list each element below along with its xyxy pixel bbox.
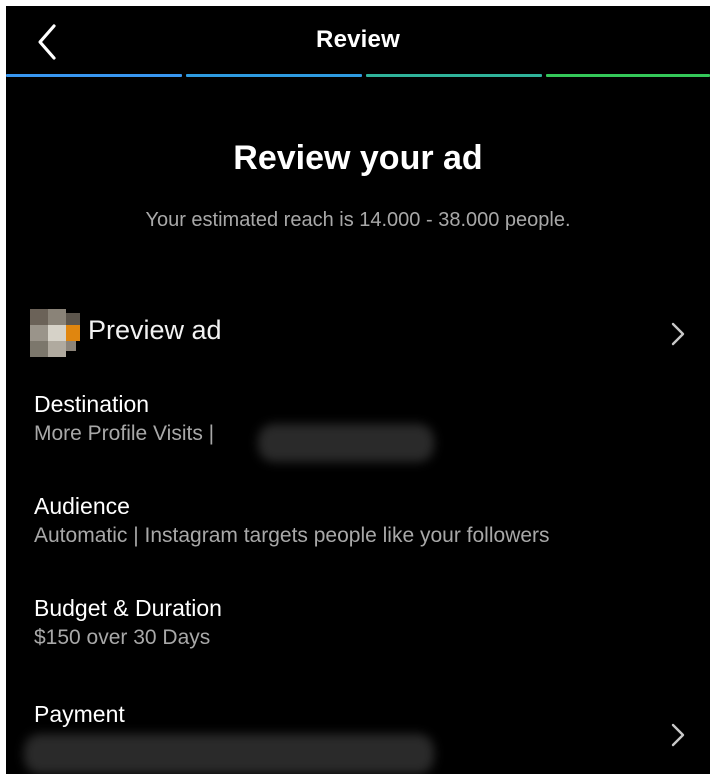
- redacted-payment-method: [24, 734, 434, 774]
- ad-thumbnail: [30, 309, 84, 357]
- audience-title: Audience: [34, 493, 130, 519]
- progress-segment-1: [6, 74, 182, 77]
- redacted-profile-name: [258, 424, 434, 462]
- destination-title: Destination: [34, 391, 150, 417]
- progress-segment-3: [366, 74, 542, 77]
- chevron-right-icon: [671, 322, 685, 346]
- estimated-reach-text: Your estimated reach is 14.000 - 38.000 …: [145, 209, 571, 231]
- preview-ad-label: Preview ad: [88, 315, 222, 345]
- preview-ad-row[interactable]: Preview ad: [6, 303, 710, 363]
- payment-section[interactable]: Payment: [34, 699, 694, 729]
- nav-bar: Review: [6, 6, 710, 72]
- budget-duration-section[interactable]: Budget & Duration $150 over 30 Days: [34, 593, 694, 653]
- chevron-right-icon[interactable]: [670, 722, 686, 748]
- audience-section[interactable]: Audience Automatic | Instagram targets p…: [34, 491, 694, 551]
- progress-segment-4: [546, 74, 710, 77]
- progress-segment-2: [186, 74, 362, 77]
- progress-bar: [6, 74, 710, 78]
- review-screen: Review Review your ad Your estimated rea…: [6, 6, 710, 774]
- payment-title: Payment: [34, 701, 125, 727]
- nav-title: Review: [316, 26, 400, 53]
- budget-duration-value: $150 over 30 Days: [34, 626, 211, 649]
- page-title: Review your ad: [233, 139, 483, 177]
- budget-duration-title: Budget & Duration: [34, 595, 222, 621]
- audience-value: Automatic | Instagram targets people lik…: [34, 524, 550, 547]
